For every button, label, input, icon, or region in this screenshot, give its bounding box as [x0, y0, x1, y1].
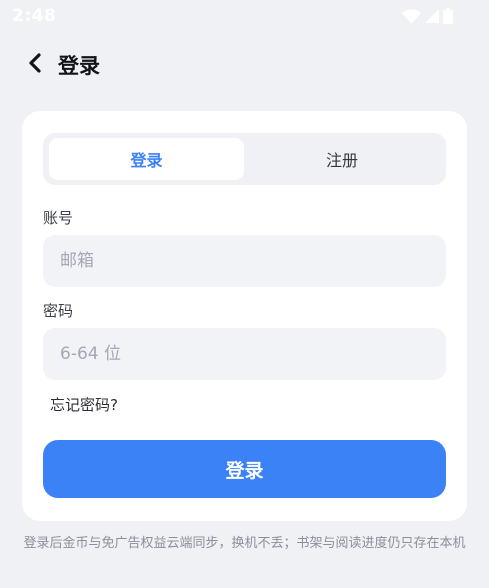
login-button[interactable]: 登录: [43, 440, 446, 498]
auth-tabs: 登录 注册: [43, 133, 446, 185]
tab-register[interactable]: 注册: [244, 138, 440, 180]
signal-icon: [425, 9, 439, 23]
login-card: 登录 注册 账号 密码 忘记密码? 登录: [22, 111, 467, 521]
status-icons: [402, 8, 453, 24]
account-input[interactable]: [43, 235, 446, 287]
footer-note: 登录后金币与免广告权益云端同步，换机不丢；书架与阅读进度仍只存在本机: [23, 536, 466, 551]
password-input[interactable]: [43, 328, 446, 380]
wifi-icon: [402, 8, 421, 24]
battery-icon: [443, 8, 453, 24]
status-bar: 2:48: [0, 0, 489, 32]
header: 登录: [28, 50, 100, 80]
chevron-left-icon: [28, 53, 42, 77]
page-title: 登录: [58, 54, 100, 78]
status-time: 2:48: [12, 6, 57, 26]
back-button[interactable]: [28, 50, 50, 80]
tab-login[interactable]: 登录: [49, 138, 244, 180]
forgot-password-link[interactable]: 忘记密码?: [50, 394, 118, 415]
account-label: 账号: [43, 209, 74, 227]
password-label: 密码: [43, 302, 74, 320]
